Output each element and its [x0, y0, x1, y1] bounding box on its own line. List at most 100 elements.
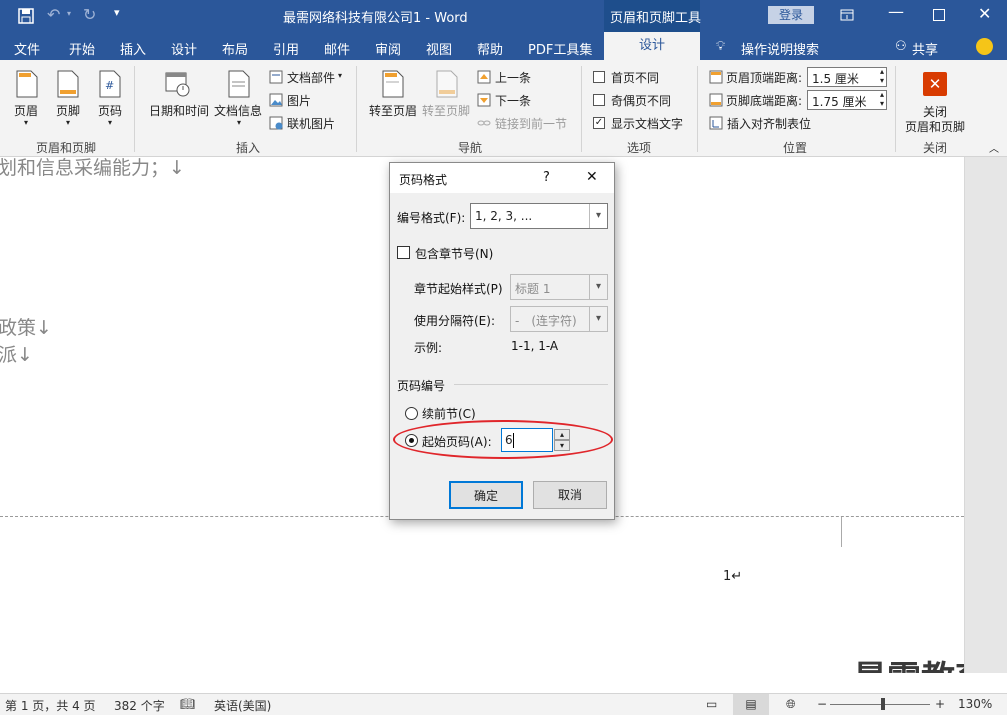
tab-references[interactable]: 引用	[273, 39, 299, 58]
group-label-header-footer: 页眉和页脚	[36, 141, 97, 155]
picture-button[interactable]: 图片	[287, 92, 311, 109]
separator	[697, 66, 698, 152]
zoom-in-icon[interactable]: +	[935, 697, 945, 711]
vertical-scrollbar[interactable]	[964, 157, 1007, 673]
page-numbering-label: 页码编号	[397, 379, 446, 393]
minimize-icon[interactable]: —	[888, 2, 904, 21]
scroll-thumb[interactable]	[965, 157, 1007, 673]
dialog-close-icon[interactable]: ✕	[586, 169, 598, 185]
footer-dropdown-icon[interactable]: ▾	[66, 118, 70, 127]
tab-pdf-tools[interactable]: PDF工具集	[528, 39, 592, 58]
continue-prev-radio[interactable]	[405, 407, 418, 420]
tab-review[interactable]: 审阅	[375, 39, 401, 58]
page-number-dropdown-icon[interactable]: ▾	[108, 118, 112, 127]
footer-icon[interactable]	[57, 70, 79, 98]
page-number-icon[interactable]: #	[99, 70, 121, 98]
doc-info-dropdown-icon[interactable]: ▾	[237, 118, 241, 127]
ok-button[interactable]: 确定	[449, 481, 523, 509]
tab-hf-design[interactable]: 设计	[604, 32, 700, 60]
show-doc-text-checkbox[interactable]: ✓	[593, 117, 605, 129]
tab-layout[interactable]: 布局	[222, 39, 248, 58]
collapse-ribbon-icon[interactable]: ︿	[989, 140, 999, 155]
tab-file[interactable]: 文件	[14, 39, 40, 58]
footer-page-number[interactable]: 1↵	[723, 569, 742, 584]
undo-icon[interactable]: ↶	[47, 5, 60, 24]
chevron-down-icon: ▾	[589, 307, 607, 331]
maximize-icon[interactable]	[933, 9, 945, 21]
doc-parts-button[interactable]: 文档部件	[287, 69, 335, 86]
online-picture-button[interactable]: 联机图片	[287, 115, 335, 132]
header-top-spinner[interactable]: 1.5 厘米 ▴ ▾	[807, 67, 887, 87]
continue-prev-label: 续前节(C)	[422, 407, 476, 421]
number-format-select[interactable]: 1, 2, 3, ... ▾	[470, 203, 608, 229]
web-layout-icon[interactable]: 🌐︎	[786, 697, 796, 712]
focus-mode-icon[interactable]: ▭	[706, 697, 717, 711]
undo-dropdown-icon[interactable]: ▾	[67, 9, 71, 18]
redo-icon[interactable]: ↻	[83, 5, 96, 24]
example-value: 1-1, 1-A	[511, 339, 559, 353]
tab-insert[interactable]: 插入	[120, 39, 146, 58]
doc-parts-dropdown-icon[interactable]: ▾	[338, 71, 342, 80]
customize-qat-icon[interactable]: ▾	[114, 6, 120, 19]
help-icon[interactable]: ?	[543, 170, 550, 185]
language[interactable]: 英语(美国)	[214, 697, 271, 714]
word-count[interactable]: 382 个字	[114, 697, 165, 714]
goto-header-icon[interactable]	[382, 70, 404, 98]
zoom-slider-thumb[interactable]	[881, 698, 885, 710]
close-window-icon[interactable]: ✕	[978, 4, 991, 23]
tab-mailings[interactable]: 邮件	[324, 39, 350, 58]
header-top-label: 页眉顶端距离:	[726, 71, 803, 85]
close-hf-button-line2[interactable]: 页眉和页脚	[905, 118, 965, 135]
close-hf-icon[interactable]: ✕	[923, 72, 947, 96]
save-icon[interactable]	[18, 8, 34, 24]
goto-header-button[interactable]: 转至页眉	[369, 102, 417, 119]
previous-button[interactable]: 上一条	[495, 69, 531, 86]
dialog-title: 页码格式	[399, 173, 448, 187]
diff-odd-even-checkbox[interactable]	[593, 94, 605, 106]
tell-me-search[interactable]: 操作说明搜索	[741, 39, 819, 58]
tab-view[interactable]: 视图	[426, 39, 452, 58]
tab-design[interactable]: 设计	[171, 39, 197, 58]
chapter-style-label: 章节起始样式(P)	[414, 282, 503, 296]
ribbon-display-options-icon[interactable]	[840, 8, 854, 22]
cancel-button[interactable]: 取消	[533, 481, 607, 509]
proofing-icon[interactable]: 📖︎	[180, 697, 195, 711]
tab-home[interactable]: 开始	[69, 39, 95, 58]
footer-bottom-icon	[709, 93, 723, 107]
previous-icon[interactable]	[477, 70, 491, 84]
doc-info-button[interactable]: 文档信息	[214, 102, 262, 119]
header-icon[interactable]	[16, 70, 38, 98]
footer-button[interactable]: 页脚	[56, 102, 80, 119]
diff-first-checkbox[interactable]	[593, 71, 605, 83]
zoom-out-icon[interactable]: −	[817, 697, 827, 711]
footer-margin-corner	[841, 517, 871, 547]
zoom-slider[interactable]	[830, 704, 930, 705]
doc-text-line: 划和信息采编能力；↓	[0, 157, 185, 179]
include-chapter-checkbox[interactable]	[397, 246, 410, 259]
header-button[interactable]: 页眉	[14, 102, 38, 119]
number-format-label: 编号格式(F):	[397, 211, 466, 225]
login-button[interactable]: 登录	[768, 6, 814, 24]
page-count[interactable]: 第 1 页，共 4 页	[5, 697, 96, 714]
date-time-icon[interactable]	[165, 70, 191, 98]
next-icon[interactable]	[477, 93, 491, 107]
doc-info-icon[interactable]	[228, 70, 250, 98]
insert-align-tab-button[interactable]: 插入对齐制表位	[727, 115, 811, 132]
header-dropdown-icon[interactable]: ▾	[24, 118, 28, 127]
watermark-logo: 最需教育	[853, 651, 964, 673]
online-picture-icon[interactable]	[269, 116, 283, 130]
footer-bottom-spinner[interactable]: 1.75 厘米 ▴ ▾	[807, 90, 887, 110]
share-button[interactable]: 共享	[912, 39, 938, 58]
page-number-button[interactable]: 页码	[98, 102, 122, 119]
smiley-icon[interactable]	[976, 38, 993, 55]
zoom-level[interactable]: 130%	[958, 697, 992, 711]
next-button[interactable]: 下一条	[495, 92, 531, 109]
align-tab-icon[interactable]	[709, 116, 723, 130]
date-time-button[interactable]: 日期和时间	[149, 102, 209, 119]
separator-label: 使用分隔符(E):	[414, 314, 495, 328]
tab-help[interactable]: 帮助	[477, 39, 503, 58]
doc-parts-icon[interactable]	[269, 70, 283, 84]
goto-footer-button: 转至页脚	[422, 104, 471, 118]
picture-icon[interactable]	[269, 93, 283, 107]
print-layout-icon[interactable]: ▤	[733, 694, 769, 715]
